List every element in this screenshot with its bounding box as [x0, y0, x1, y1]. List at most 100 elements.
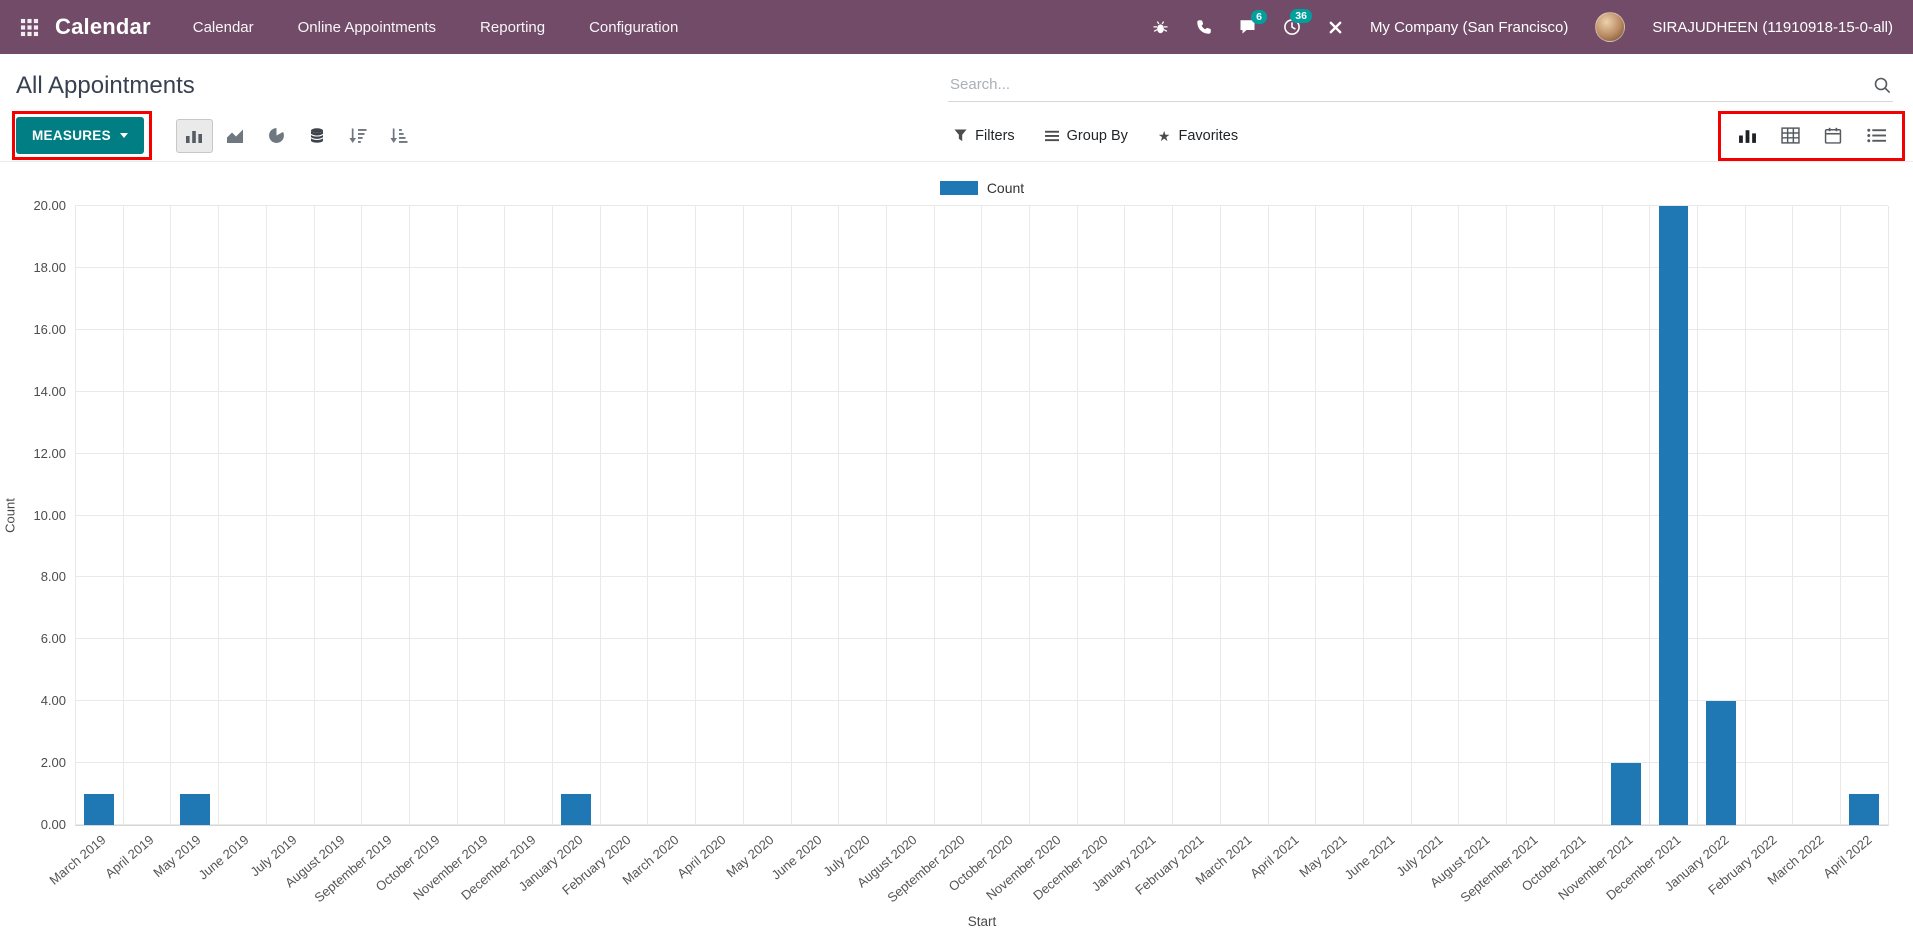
chart-type-group — [176, 119, 418, 153]
chart-column — [1411, 206, 1459, 825]
view-list-icon[interactable] — [1859, 120, 1893, 152]
measures-annotation-wrap: MEASURES — [16, 117, 144, 154]
bar[interactable] — [561, 794, 591, 825]
group-by-icon — [1045, 130, 1059, 142]
user-menu[interactable]: SIRAJUDHEEN (11910918-15-0-all) — [1652, 19, 1893, 36]
bar[interactable] — [1611, 763, 1641, 825]
search-facets-group: Filters Group By ★ Favorites — [954, 128, 1238, 144]
y-axis-tick: 8.00 — [41, 569, 66, 585]
y-axis-tick: 2.00 — [41, 755, 66, 771]
graph-view: Count Count 0.002.004.006.008.0010.0012.… — [0, 162, 1913, 930]
chart-column — [647, 206, 695, 825]
chart-column — [1124, 206, 1172, 825]
app-name: Calendar — [55, 14, 151, 40]
search-icon[interactable] — [1871, 76, 1893, 94]
chart-column — [266, 206, 314, 825]
chart-column — [1458, 206, 1506, 825]
page-title: All Appointments — [16, 72, 195, 100]
company-switcher[interactable]: My Company (San Francisco) — [1370, 19, 1568, 36]
chart-column — [743, 206, 791, 825]
bug-icon[interactable] — [1152, 19, 1169, 36]
bar[interactable] — [180, 794, 210, 825]
bar[interactable] — [1659, 206, 1689, 825]
chart-column — [409, 206, 457, 825]
view-switcher — [1730, 120, 1893, 152]
x-axis-tick: April 2022 — [1820, 832, 1874, 881]
y-axis-tick: 6.00 — [41, 631, 66, 647]
chart-column — [1220, 206, 1268, 825]
chart-column — [1745, 206, 1793, 825]
menu-reporting[interactable]: Reporting — [480, 19, 545, 36]
search-input[interactable] — [948, 75, 1871, 94]
favorites-button[interactable]: ★ Favorites — [1158, 128, 1238, 144]
sort-desc-icon[interactable] — [340, 119, 377, 153]
y-axis-tick: 14.00 — [33, 384, 66, 400]
chart-column — [314, 206, 362, 825]
chart-column — [600, 206, 648, 825]
menu-configuration[interactable]: Configuration — [589, 19, 678, 36]
bar[interactable] — [1706, 701, 1736, 825]
y-axis-tick: 12.00 — [33, 446, 66, 462]
legend-swatch — [940, 181, 978, 195]
y-axis-tick: 20.00 — [33, 198, 66, 214]
messages-badge: 6 — [1251, 10, 1267, 24]
filters-button[interactable]: Filters — [954, 128, 1014, 144]
chart-column — [934, 206, 982, 825]
chart-column — [1077, 206, 1125, 825]
chart-column — [123, 206, 171, 825]
control-panel: MEASURES Filters Group By — [0, 110, 1913, 162]
group-by-label: Group By — [1067, 128, 1128, 144]
tools-icon[interactable] — [1328, 20, 1343, 35]
chart-column — [1840, 206, 1888, 825]
x-axis-tick: May 2020 — [723, 832, 776, 880]
breadcrumb-row: All Appointments — [0, 54, 1913, 110]
x-axis-tick: March 2019 — [46, 832, 108, 888]
filters-label: Filters — [975, 128, 1014, 144]
view-graph-icon[interactable] — [1730, 120, 1764, 152]
chart-column — [170, 206, 218, 825]
chart-column — [1602, 206, 1650, 825]
views-annotation-wrap — [1730, 120, 1893, 152]
messages-icon[interactable]: 6 — [1239, 19, 1256, 35]
group-by-button[interactable]: Group By — [1045, 128, 1128, 144]
chart-column — [218, 206, 266, 825]
y-axis-tick: 10.00 — [33, 508, 66, 524]
chart-column — [1697, 206, 1745, 825]
avatar[interactable] — [1595, 12, 1625, 42]
chart-column — [75, 206, 123, 825]
plot-area: 0.002.004.006.008.0010.0012.0014.0016.00… — [75, 206, 1889, 826]
bar[interactable] — [84, 794, 114, 825]
chart-column — [1268, 206, 1316, 825]
caret-down-icon — [120, 133, 128, 138]
measures-button[interactable]: MEASURES — [16, 117, 144, 154]
chart-column — [1363, 206, 1411, 825]
legend-label: Count — [987, 180, 1024, 196]
view-pivot-icon[interactable] — [1773, 120, 1807, 152]
view-calendar-icon[interactable] — [1816, 120, 1850, 152]
x-axis-tick: June 2019 — [196, 832, 252, 883]
legend-count[interactable]: Count — [75, 178, 1889, 198]
activities-clock-icon[interactable]: 36 — [1283, 18, 1301, 36]
x-axis-tick: April 2019 — [102, 832, 156, 881]
chart-column — [1172, 206, 1220, 825]
pie-chart-mode-icon[interactable] — [258, 119, 295, 153]
apps-menu-icon[interactable] — [14, 12, 45, 43]
chart-column — [552, 206, 600, 825]
chart-column — [838, 206, 886, 825]
bars-container — [75, 206, 1888, 825]
x-axis-tick: May 2019 — [151, 832, 204, 880]
chart-column — [457, 206, 505, 825]
sort-asc-icon[interactable] — [381, 119, 418, 153]
activities-badge: 36 — [1290, 9, 1312, 23]
bar[interactable] — [1849, 794, 1879, 825]
bar-chart-mode-icon[interactable] — [176, 119, 213, 153]
menu-calendar[interactable]: Calendar — [193, 19, 254, 36]
chart-column — [1792, 206, 1840, 825]
x-axis-tick: April 2020 — [675, 832, 729, 881]
stacked-database-icon[interactable] — [299, 119, 336, 153]
menu-online-appointments[interactable]: Online Appointments — [298, 19, 436, 36]
phone-icon[interactable] — [1196, 19, 1212, 35]
line-chart-mode-icon[interactable] — [217, 119, 254, 153]
x-axis-tick: April 2021 — [1247, 832, 1301, 881]
chart-column — [886, 206, 934, 825]
